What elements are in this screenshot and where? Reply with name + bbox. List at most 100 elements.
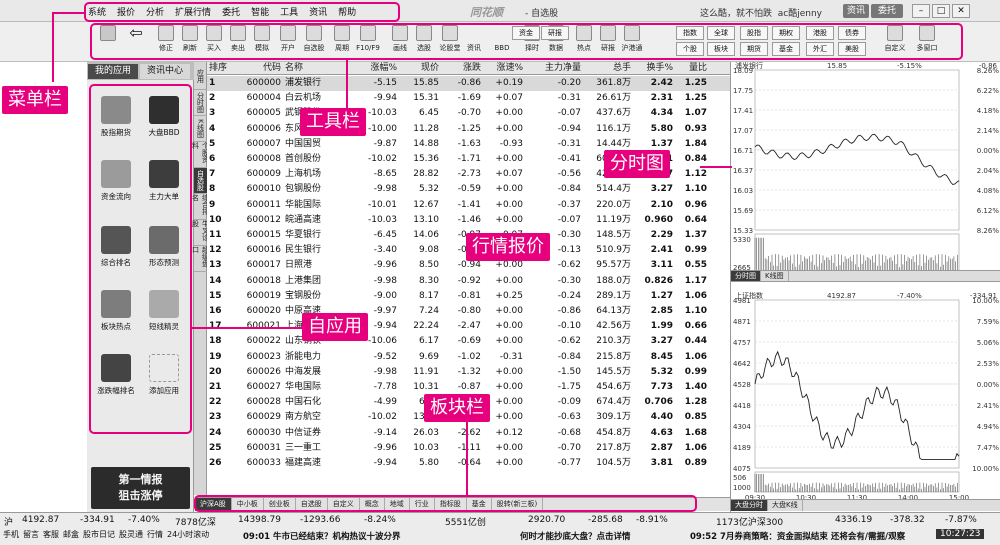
table-cell: 1.10 bbox=[684, 306, 707, 316]
news-ticker-2[interactable]: 何时才能抄底大盘？点击详情 bbox=[520, 530, 631, 542]
table-row[interactable]: 19 600023 浙能电力 -9.52 9.69 -1.02 -0.31 -0.84 215.… bbox=[207, 350, 730, 365]
table-row[interactable]: 24 600030 中信证券 -9.14 26.03 -2.62 +0.12 -0.68 454… bbox=[207, 426, 730, 441]
maximize-icon[interactable]: □ bbox=[932, 4, 950, 18]
vertical-tabs: 应用 分时图 K线图 个股资料 自选股 综合排名 牛叉诊股 超级盘口 bbox=[192, 62, 210, 495]
vertical-tab-0[interactable]: 应用 bbox=[194, 62, 207, 90]
table-row[interactable]: 21 600027 华电国际 -7.78 10.31 -0.87 +0.00 -1.75 454… bbox=[207, 380, 730, 395]
cy-index-pct: -8.91% bbox=[636, 515, 668, 525]
bot-pct-tick-label: 7.47% bbox=[977, 444, 1000, 452]
table-row[interactable]: 16 600020 中原高速 -9.97 7.24 -0.80 +0.00 -0.86 64.1… bbox=[207, 304, 730, 319]
vertical-tab-1[interactable]: 分时图 bbox=[194, 90, 207, 116]
chart-tab-bot-0[interactable]: 大盘分时 bbox=[731, 500, 768, 511]
table-row[interactable]: 9 600011 华能国际 -10.01 12.67 -1.41 +0.00 -0.37 220… bbox=[207, 198, 730, 213]
news-pill-button[interactable]: 资讯 bbox=[843, 4, 869, 18]
table-cell: 12 bbox=[209, 245, 222, 256]
table-cell: +0.00 bbox=[495, 306, 523, 316]
table-cell: +0.12 bbox=[495, 427, 523, 438]
table-cell: 18 bbox=[209, 336, 222, 347]
table-cell: 600009 bbox=[246, 169, 281, 180]
column-header-2[interactable]: 名称 bbox=[285, 62, 347, 75]
vertical-tab-6[interactable]: 牛叉诊股 bbox=[192, 220, 210, 246]
status-link-4[interactable]: 股市日记 bbox=[83, 530, 115, 539]
column-header-5[interactable]: 涨跌 bbox=[439, 62, 481, 75]
table-cell: 600011 bbox=[246, 199, 281, 210]
status-link-0[interactable]: 手机 bbox=[3, 530, 19, 539]
table-row[interactable]: 15 600019 宝钢股份 -9.00 8.17 -0.81 +0.25 -0.24 289.… bbox=[207, 289, 730, 304]
column-header-0[interactable]: 排序 bbox=[209, 62, 233, 75]
status-link-6[interactable]: 行情 bbox=[147, 530, 163, 539]
table-row[interactable]: 2 600004 白云机场 -9.94 15.31 -1.69 +0.07 -0.31 26.6… bbox=[207, 91, 730, 106]
table-cell: 22.24 bbox=[413, 321, 439, 332]
table-cell: 600000 bbox=[246, 78, 281, 88]
column-header-1[interactable]: 代码 bbox=[233, 62, 281, 75]
table-cell: 28.82 bbox=[413, 169, 439, 180]
column-header-3[interactable]: 涨幅% bbox=[347, 62, 397, 75]
table-row[interactable]: 14 600018 上港集团 -9.98 8.30 -0.92 +0.00 -0.30 188.… bbox=[207, 274, 730, 289]
table-cell: 188.0万 bbox=[596, 275, 631, 286]
hs-index-value: 4336.19 bbox=[835, 515, 873, 525]
top-pct-tick-label: 4.18% bbox=[977, 107, 1000, 115]
table-row[interactable]: 20 600026 中海发展 -9.98 11.91 -1.32 +0.00 -1.50 145… bbox=[207, 365, 730, 380]
sh-index-change: -334.91 bbox=[80, 515, 115, 525]
table-cell: +0.00 bbox=[495, 214, 523, 225]
column-header-7[interactable]: 主力净量 bbox=[523, 62, 581, 75]
table-row[interactable]: 18 600022 山东钢铁 -10.06 6.17 -0.69 +0.00 -0.62 210… bbox=[207, 334, 730, 349]
table-cell: 1.06 bbox=[684, 290, 707, 301]
table-cell: 福建高速 bbox=[285, 458, 322, 468]
table-cell: 15.31 bbox=[413, 93, 439, 104]
top-pct-tick-label: 4.08% bbox=[977, 187, 1000, 195]
news-ticker-1[interactable]: 09:01 牛市已经结束？机构热议十波分界 bbox=[243, 530, 401, 542]
table-cell: 6.17 bbox=[418, 336, 439, 347]
trade-pill-button[interactable]: 委托 bbox=[871, 4, 903, 18]
status-link-7[interactable]: 24小时滚动 bbox=[167, 530, 209, 539]
promo-banner[interactable]: 第一情报 狙击涨停 bbox=[91, 467, 190, 509]
chart-canvas[interactable]: 浦发银行 15.85 -5.15% -0.8618.09 8.26%17.75 6.22%… bbox=[731, 61, 1000, 512]
callout-chart: 分时图 bbox=[604, 150, 670, 178]
table-row[interactable]: 1 600000 浦发银行 -5.15 15.85 -0.86 +0.19 -0.20 361.… bbox=[207, 76, 730, 92]
top-ytick-label: 17.07 bbox=[733, 127, 753, 135]
chart-tab-bot-1[interactable]: 大盘K线 bbox=[768, 500, 803, 511]
table-cell: 民生银行 bbox=[285, 245, 322, 256]
vertical-tab-4[interactable]: 自选股 bbox=[194, 168, 207, 194]
vertical-tab-3[interactable]: 个股资料 bbox=[192, 142, 210, 168]
status-link-2[interactable]: 客服 bbox=[43, 530, 59, 539]
page-title: - 自选股 bbox=[525, 9, 559, 19]
table-row[interactable]: 25 600031 三一重工 -9.96 10.03 -1.11 +0.00 -0.70 217… bbox=[207, 441, 730, 456]
table-cell: 8.50 bbox=[418, 260, 439, 271]
tab-news-center[interactable]: 资讯中心 bbox=[140, 64, 190, 79]
table-cell: +0.00 bbox=[495, 321, 523, 332]
column-header-4[interactable]: 现价 bbox=[397, 62, 439, 75]
minimize-icon[interactable]: – bbox=[912, 4, 930, 18]
table-row[interactable]: 3600005武钢股份-10.036.45-0.70+0.00-0.07437.… bbox=[207, 106, 730, 121]
table-cell: -1.46 bbox=[457, 214, 481, 225]
table-cell: -9.96 bbox=[373, 442, 397, 453]
table-cell: -2.62 bbox=[457, 427, 481, 438]
column-header-6[interactable]: 涨速% bbox=[481, 62, 523, 75]
table-cell: -0.31 bbox=[557, 138, 581, 149]
vertical-tab-7[interactable]: 超级盘口 bbox=[192, 246, 210, 272]
close-icon[interactable]: ✕ bbox=[952, 4, 970, 18]
chart-tab-top-0[interactable]: 分时图 bbox=[731, 271, 761, 281]
table-cell: 15 bbox=[209, 290, 222, 301]
table-cell: 361.8万 bbox=[596, 78, 631, 88]
table-row[interactable]: 10 600012 皖通高速 -10.03 13.10 -1.46 +0.00 -0.07 11… bbox=[207, 213, 730, 228]
table-cell: -0.84 bbox=[557, 184, 581, 195]
column-header-8[interactable]: 总手 bbox=[581, 62, 631, 75]
chart-tab-top-1[interactable]: K线图 bbox=[761, 271, 789, 281]
status-link-1[interactable]: 留言 bbox=[23, 530, 39, 539]
table-cell: 25 bbox=[209, 442, 222, 453]
table-row[interactable]: 4600006东风汽车-10.0011.28-1.25+0.00-0.94116… bbox=[207, 122, 730, 137]
news-ticker-3[interactable]: 09:52 7月券商策略：资金面拟结束 还将会有/需掘/观察 bbox=[690, 530, 920, 542]
vertical-tab-5[interactable]: 综合排名 bbox=[192, 194, 210, 220]
table-cell: +0.00 bbox=[495, 382, 523, 392]
table-cell: -10.01 bbox=[367, 199, 397, 210]
vertical-tab-2[interactable]: K线图 bbox=[194, 116, 207, 142]
column-header-10[interactable]: 量比 bbox=[673, 62, 707, 75]
status-link-3[interactable]: 邮盒 bbox=[63, 530, 79, 539]
table-row[interactable]: 8 600010 包钢股份 -9.98 5.32 -0.59 +0.00 -0.84 514.4… bbox=[207, 182, 730, 197]
status-link-5[interactable]: 股灵通 bbox=[119, 530, 143, 539]
tab-my-apps[interactable]: 我的应用 bbox=[88, 64, 138, 79]
column-header-9[interactable]: 换手% bbox=[631, 62, 673, 75]
table-row[interactable]: 26 600033 福建高速 -9.94 5.80 -0.64 +0.00 -0.77 104.… bbox=[207, 456, 730, 471]
table-cell: 9.69 bbox=[418, 351, 439, 362]
